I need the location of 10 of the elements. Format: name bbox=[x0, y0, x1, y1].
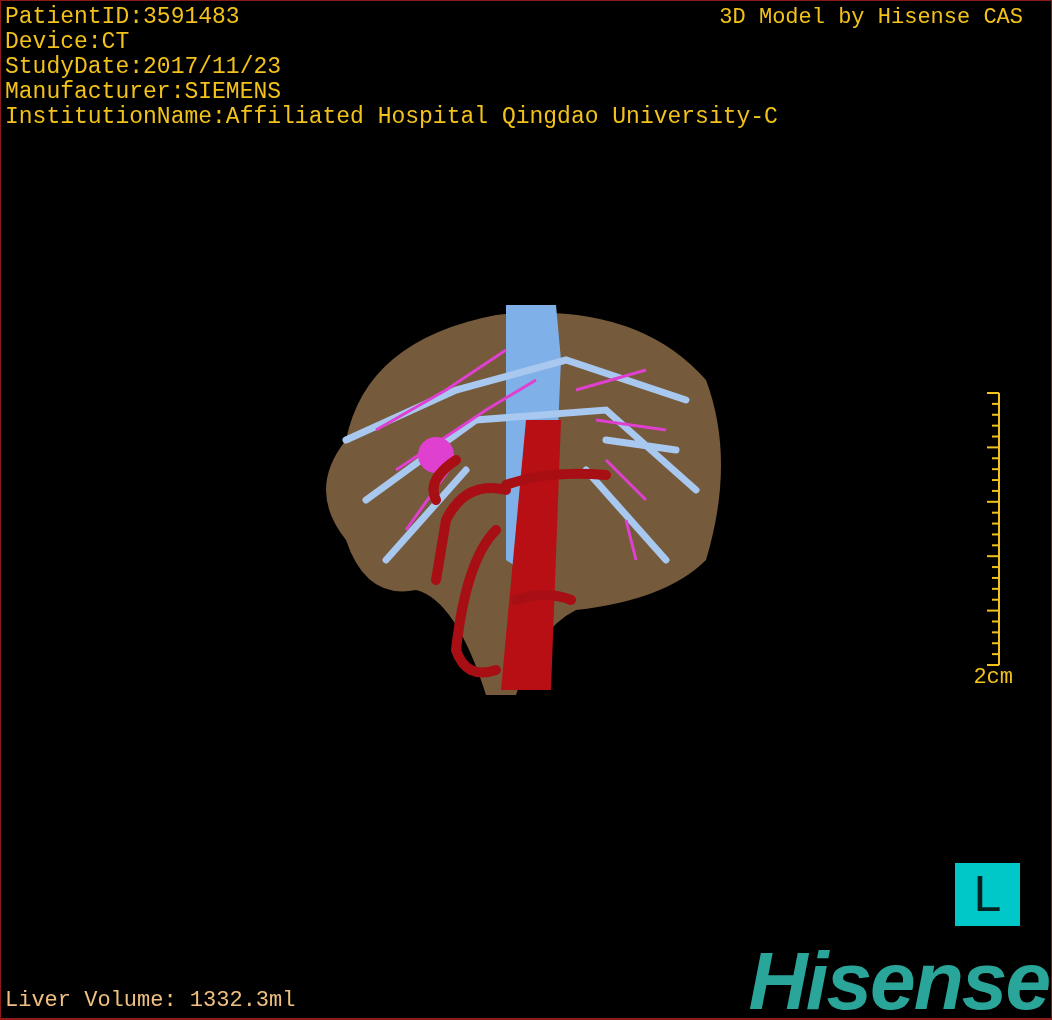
logo: Hisense bbox=[748, 946, 1049, 1016]
info-text: Device:CT bbox=[5, 30, 131, 55]
scale-label: 2cm bbox=[973, 666, 1013, 690]
info-text: Manufacturer:SIEMENS bbox=[5, 80, 283, 105]
credit-text: 3D Model by Hisense CAS bbox=[719, 5, 1024, 30]
info-text: InstitutionName:Affiliated Hospital Qingdao University-C bbox=[5, 105, 779, 130]
info-text: PatientID:3591483 bbox=[5, 5, 240, 30]
info-text: StudyDate:2017/11/23 bbox=[5, 55, 283, 80]
liver-volume-text: Liver Volume: 1332.3ml bbox=[5, 988, 296, 1014]
orientation-marker: L bbox=[955, 863, 1020, 926]
